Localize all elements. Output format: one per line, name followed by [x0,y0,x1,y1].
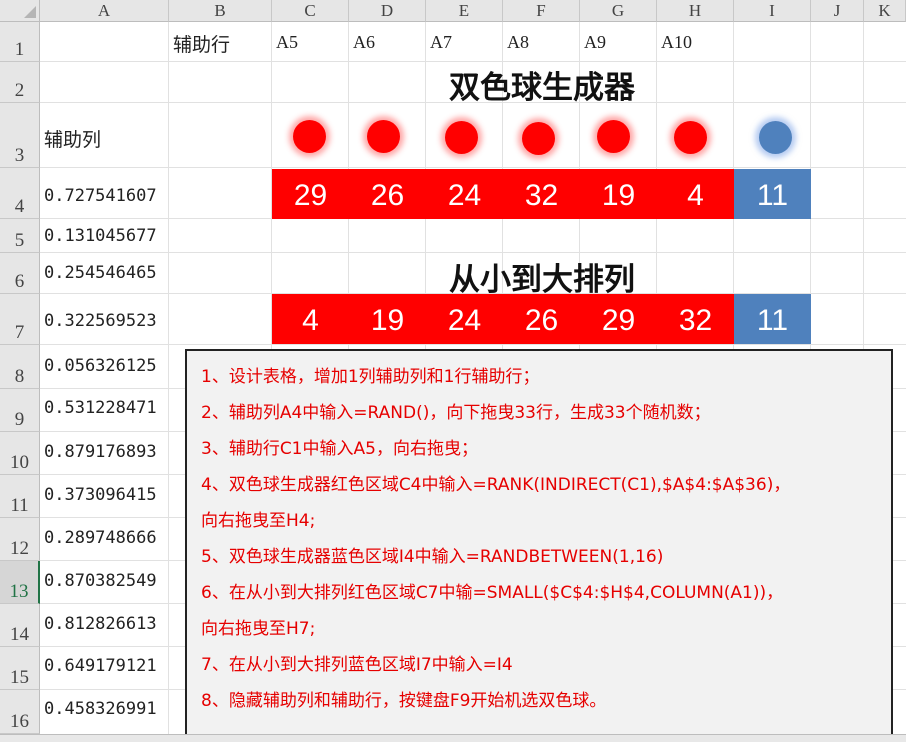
column-header[interactable]: H [657,0,734,22]
row-header[interactable]: 2 [0,62,40,103]
rand-value-a4[interactable]: 0.727541607 [44,186,157,206]
red-number-e4[interactable]: 24 [426,169,503,219]
rand-value-a8[interactable]: 0.056326125 [44,356,157,376]
helper-col-label[interactable]: 辅助列 [44,125,101,152]
row-header[interactable]: 15 [0,647,40,690]
helper-row-label[interactable]: 辅助行 [173,30,230,57]
blue-ball-icon [759,121,792,154]
instruction-line: 4、双色球生成器红色区域C4中输入=RANK(INDIRECT(C1),$A$4… [201,475,791,495]
rand-value-a14[interactable]: 0.812826613 [44,614,157,634]
row-header[interactable]: 1 [0,22,40,62]
row-header[interactable]: 11 [0,475,40,518]
row-header[interactable]: 12 [0,518,40,561]
rand-value-a6[interactable]: 0.254546465 [44,263,157,283]
ref-cell-e1[interactable]: A7 [430,32,452,53]
rand-value-a9[interactable]: 0.531228471 [44,398,157,418]
column-header[interactable]: D [349,0,426,22]
column-header[interactable]: I [734,0,811,22]
instruction-line: 6、在从小到大排列红色区域C7中输=SMALL($C$4:$H$4,COLUMN… [201,583,784,603]
sorted-red-number-f7[interactable]: 26 [503,294,580,344]
row-header[interactable]: 5 [0,219,40,253]
select-all-corner[interactable] [0,0,40,22]
instruction-line: 8、隐藏辅助列和辅助行，按键盘F9开始机选双色球。 [201,691,607,711]
sorted-red-number-h7[interactable]: 32 [657,294,734,344]
column-header[interactable]: C [272,0,349,22]
spreadsheet[interactable]: ABCDEFGHIJK 1 2 3 4 5 6 7 8 9 10 11 12 13 14 15 16 辅助行 … [0,0,906,742]
row-header[interactable]: 8 [0,345,40,389]
sorted-red-number-d7[interactable]: 19 [349,294,426,344]
ref-cell-f1[interactable]: A8 [507,32,529,53]
red-ball-icon [597,120,630,153]
row-header[interactable]: 16 [0,690,40,734]
row-header[interactable]: 14 [0,604,40,647]
rand-value-a12[interactable]: 0.289748666 [44,528,157,548]
sorted-blue-number-i7[interactable]: 11 [734,294,811,344]
sorted-title: 从小到大排列 [449,262,635,298]
column-header[interactable]: E [426,0,503,22]
ref-cell-c1[interactable]: A5 [276,32,298,53]
instruction-line: 2、辅助列A4中输入=RAND()，向下拖曳33行，生成33个随机数； [201,403,711,423]
red-ball-icon [522,122,555,155]
sorted-red-number-c7[interactable]: 4 [272,294,349,344]
rand-value-a11[interactable]: 0.373096415 [44,485,157,505]
column-header[interactable]: F [503,0,580,22]
row-header[interactable]: 6 [0,253,40,294]
rand-value-a10[interactable]: 0.879176893 [44,442,157,462]
column-header[interactable]: K [864,0,906,22]
rand-value-a16[interactable]: 0.458326991 [44,699,157,719]
row-header[interactable]: 4 [0,168,40,219]
instruction-line: 5、双色球生成器蓝色区域I4中输入=RANDBETWEEN(1,16) [201,547,664,567]
instruction-line: 3、辅助行C1中输入A5，向右拖曳； [201,439,478,459]
red-number-d4[interactable]: 26 [349,169,426,219]
grid-line [168,22,169,734]
red-number-c4[interactable]: 29 [272,169,349,219]
red-ball-icon [293,120,326,153]
sorted-red-number-g7[interactable]: 29 [580,294,657,344]
column-header[interactable]: A [40,0,169,22]
blue-number-i4[interactable]: 11 [734,169,811,219]
instruction-line: 向右拖曳至H4; [201,511,316,531]
row-header[interactable]: 3 [0,103,40,168]
instruction-line: 7、在从小到大排列蓝色区域I7中输入=I4 [201,655,513,675]
sorted-red-number-e7[interactable]: 24 [426,294,503,344]
instruction-line: 1、设计表格，增加1列辅助列和1行辅助行； [201,367,540,387]
instruction-line: 向右拖曳至H7; [201,619,316,639]
ref-cell-g1[interactable]: A9 [584,32,606,53]
rand-value-a5[interactable]: 0.131045677 [44,226,157,246]
rand-value-a7[interactable]: 0.322569523 [44,311,157,331]
red-number-f4[interactable]: 32 [503,169,580,219]
column-header[interactable]: J [811,0,864,22]
red-number-g4[interactable]: 19 [580,169,657,219]
row-header[interactable]: 7 [0,294,40,345]
grid-line [40,252,906,253]
red-number-h4[interactable]: 4 [657,169,734,219]
instructions-textbox[interactable]: 1、设计表格，增加1列辅助列和1行辅助行； 2、辅助列A4中输入=RAND()，… [185,349,893,741]
grid-line [40,167,906,168]
generator-title: 双色球生成器 [449,70,635,106]
red-ball-icon [674,121,707,154]
row-header[interactable]: 13 [0,561,40,604]
column-header[interactable]: B [169,0,272,22]
grid-line [40,344,906,345]
red-ball-icon [367,120,400,153]
row-header[interactable]: 10 [0,432,40,475]
red-ball-icon [445,121,478,154]
rand-value-a15[interactable]: 0.649179121 [44,656,157,676]
rand-value-a13[interactable]: 0.870382549 [44,571,157,591]
column-header[interactable]: G [580,0,657,22]
ref-cell-h1[interactable]: A10 [661,32,692,53]
row-header[interactable]: 9 [0,389,40,432]
ref-cell-d1[interactable]: A6 [353,32,375,53]
